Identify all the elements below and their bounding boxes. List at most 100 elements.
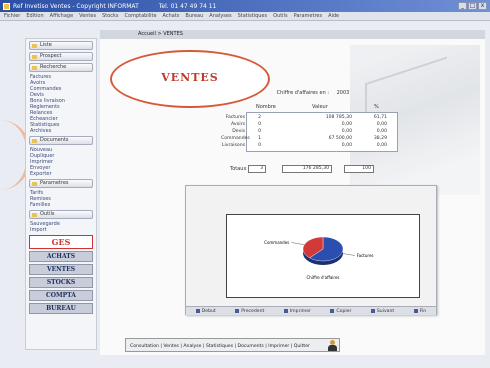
sidebar-button-prospect[interactable]: Prospect [29, 52, 93, 61]
cell-valeur: 0,00 [341, 122, 352, 127]
column-header: % [374, 104, 379, 110]
sidebar-section-parametres[interactable]: Parametres [29, 179, 93, 188]
menu-item[interactable]: Fichier [4, 13, 20, 19]
cell-valeur: 108 785,30 [325, 115, 352, 120]
totals-row: Totaux 3 176 285,30 100 [220, 165, 400, 174]
window-title: Ref Invetiso Ventes - Copyright INFORMAT [13, 2, 139, 10]
nav-next-button[interactable]: Suivant [370, 308, 395, 314]
maximize-button[interactable]: □ [468, 2, 477, 10]
sidebar-link[interactable]: Familles [26, 202, 96, 208]
menu-item[interactable]: Parametres [294, 13, 323, 19]
ventes-heading-oval: VENTES [110, 50, 270, 108]
next-icon [370, 309, 375, 313]
menu-item[interactable]: Edition [26, 13, 43, 19]
row-label: Avoirs [231, 122, 245, 127]
table-row: Devis 0 0,00 0,00 [232, 129, 397, 135]
row-label: Factures [225, 115, 245, 120]
nav-label: Copier [336, 308, 352, 314]
cell-valeur: 67 500,00 [328, 136, 352, 141]
cell-valeur: 0,00 [341, 143, 352, 148]
revenue-label: Chiffre d'affaires en : [276, 90, 330, 96]
pie-leader-line [341, 253, 355, 256]
title-bar: Ref Invetiso Ventes - Copyright INFORMAT… [0, 0, 490, 12]
nav-button-achats[interactable]: ACHATS [29, 251, 93, 262]
nav-label: Fin [419, 308, 427, 314]
nav-button-compta[interactable]: COMPTA [29, 290, 93, 301]
sidebar-button-recherche[interactable]: Recherche [29, 63, 93, 72]
sidebar-link[interactable]: Import [26, 227, 96, 233]
sidebar-button-liste[interactable]: Liste [29, 41, 93, 50]
sales-table[interactable]: Factures 2 108 785,30 61,71 Avoirs 0 0,0… [221, 112, 398, 152]
cell-nombre: 0 [258, 122, 261, 127]
window-controls: _ □ x [458, 2, 487, 10]
cell-nombre: 2 [258, 115, 261, 120]
menu-item[interactable]: Affichage [50, 13, 74, 19]
table-row: Factures 2 108 785,30 61,71 [226, 115, 397, 121]
total-valeur: 176 285,30 [282, 165, 332, 173]
table-row: Avoirs 0 0,00 0,00 [231, 122, 397, 128]
table-row: Commandes 1 67 500,00 38,29 [221, 136, 397, 142]
sidebar: Liste Prospect Recherche Factures Avoirs… [25, 38, 97, 350]
nav-label: Precedent [241, 308, 265, 314]
column-header: Valeur [312, 104, 328, 110]
sidebar-link[interactable]: Archives [26, 128, 96, 134]
nav-button-bureau[interactable]: BUREAU [29, 303, 93, 314]
pie-slice-label: Factures [357, 253, 374, 258]
sidebar-section-outils[interactable]: Outils [29, 210, 93, 219]
sidebar-section-documents[interactable]: Documents [29, 136, 93, 145]
prev-icon [235, 309, 240, 313]
pie-leader-line [291, 242, 305, 245]
main-panel: Accueil > VENTES VENTES Chiffre d'affair… [100, 30, 485, 355]
total-nombre: 3 [248, 165, 266, 173]
app-icon [3, 2, 10, 10]
column-header: Nombre [256, 104, 276, 110]
chart-caption: Chiffre d'affaires [307, 275, 340, 280]
chart-panel: Factures Commandes Chiffre d'affaires Debu… [185, 185, 437, 315]
sidebar-link[interactable]: Exporter [26, 171, 96, 177]
revenue-period: Chiffre d'affaires en : 2003 [220, 90, 400, 96]
print-icon [283, 309, 288, 313]
menu-item[interactable]: Analyses [209, 13, 231, 19]
minimize-button[interactable]: _ [458, 2, 467, 10]
cell-pct: 61,71 [373, 115, 387, 120]
nav-last-button[interactable]: Fin [413, 308, 427, 314]
footer-toolbar[interactable]: Consultation | Ventes | Analyse | Statis… [125, 338, 340, 352]
nav-copy-button[interactable]: Copier [330, 309, 351, 314]
user-icon[interactable] [328, 340, 337, 351]
breadcrumb: Accueil > VENTES [100, 30, 485, 39]
total-pct: 100 [344, 165, 374, 173]
nav-label: Suivant [376, 308, 395, 314]
menu-item[interactable]: Comptabilite [125, 13, 157, 19]
cell-nombre: 0 [258, 129, 261, 134]
menu-item[interactable]: Achats [163, 13, 180, 19]
pie-chart: Factures Commandes Chiffre d'affaires [264, 236, 374, 280]
window-subtitle: Tel. 01 47 49 74 11 [158, 2, 217, 10]
footer-links[interactable]: Consultation | Ventes | Analyse | Statis… [130, 344, 310, 349]
menu-item[interactable]: Ventes [79, 13, 96, 19]
nav-button-stocks[interactable]: STOCKS [29, 277, 93, 288]
close-button[interactable]: x [478, 2, 487, 10]
cell-valeur: 0,00 [341, 129, 352, 134]
cell-pct: 0,00 [376, 129, 387, 134]
row-label: Livraisons [221, 143, 245, 148]
menu-item[interactable]: Statistiques [238, 13, 268, 19]
menu-item[interactable]: Outils [273, 13, 287, 19]
pie-slice-label: Commandes [264, 240, 289, 245]
menu-item[interactable]: Stocks [102, 13, 118, 19]
chart-navigation: Debut Precedent Imprimer Copier Suivant … [186, 306, 436, 315]
logo: GES [29, 235, 93, 249]
nav-print-button[interactable]: Imprimer [283, 308, 311, 314]
table-row: Livraisons 0 0,00 0,00 [222, 143, 397, 149]
nav-label: Imprimer [289, 308, 311, 314]
nav-first-button[interactable]: Debut [195, 309, 216, 314]
copy-icon [330, 309, 335, 313]
nav-prev-button[interactable]: Precedent [235, 309, 264, 314]
menu-item[interactable]: Bureau [185, 13, 203, 19]
cell-nombre: 1 [258, 136, 261, 141]
page-title: VENTES [161, 71, 219, 84]
nav-button-ventes[interactable]: VENTES [29, 264, 93, 275]
cell-pct: 0,00 [376, 143, 387, 148]
revenue-year[interactable]: 2003 [337, 90, 350, 96]
first-icon [195, 309, 200, 313]
menu-item[interactable]: Aide [328, 13, 339, 19]
